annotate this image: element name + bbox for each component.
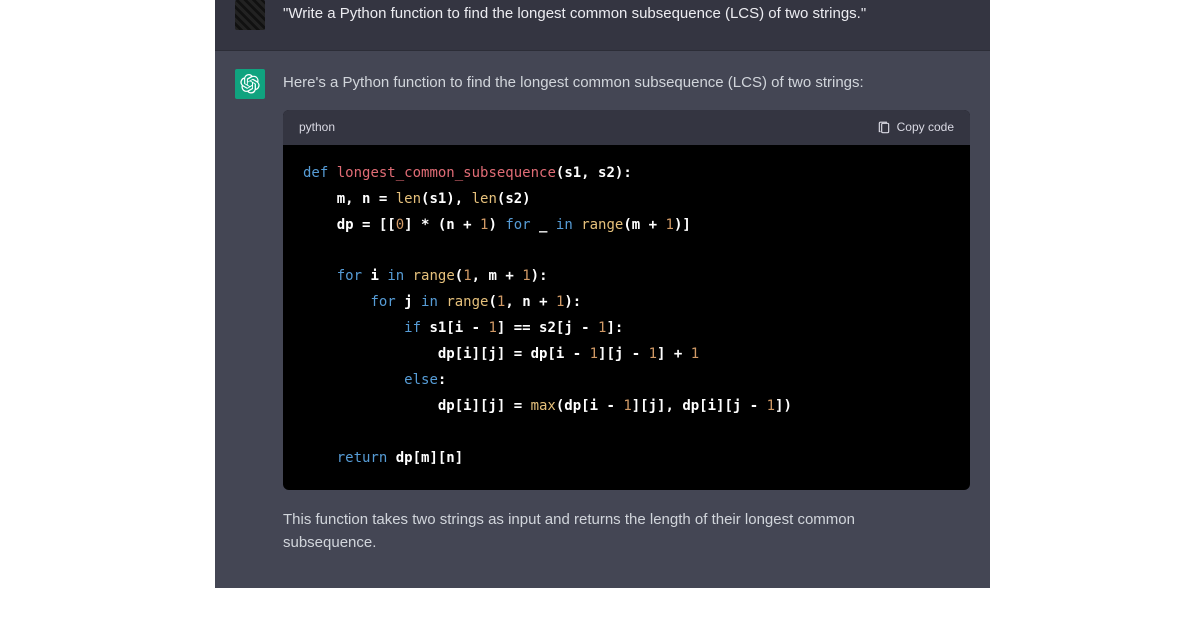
code-token: , n +	[505, 294, 556, 310]
user-message-content: "Write a Python function to find the lon…	[283, 0, 970, 30]
code-token: dp = [[	[303, 217, 396, 233]
code-token: ][j -	[598, 346, 649, 362]
chat-container: "Write a Python function to find the lon…	[215, 0, 990, 630]
code-token: range	[413, 268, 455, 284]
code-token: ] == s2[j -	[497, 320, 598, 336]
code-token: 1	[463, 268, 471, 284]
code-block: python Copy code def longest_common_subs…	[283, 110, 970, 489]
code-language-label: python	[299, 118, 335, 137]
code-body[interactable]: def longest_common_subsequence(s1, s2): …	[283, 145, 970, 490]
code-token: 1	[691, 346, 699, 362]
code-token: ])	[775, 398, 792, 414]
code-token: 1	[649, 346, 657, 362]
code-token: , m +	[472, 268, 523, 284]
code-token: i	[362, 268, 387, 284]
code-token: 1	[488, 320, 496, 336]
assistant-outro-line: This function takes two strings as input…	[283, 511, 855, 528]
code-token: range	[446, 294, 488, 310]
copy-code-button[interactable]: Copy code	[877, 118, 954, 137]
code-token: len	[472, 191, 497, 207]
user-message-row: "Write a Python function to find the lon…	[215, 0, 990, 51]
code-token: ] +	[657, 346, 691, 362]
code-token: for	[337, 268, 362, 284]
code-token	[303, 450, 337, 466]
code-token: max	[531, 398, 556, 414]
code-token	[303, 320, 404, 336]
copy-code-label: Copy code	[897, 118, 954, 137]
code-token: for	[370, 294, 395, 310]
user-message-text: "Write a Python function to find the lon…	[283, 5, 866, 22]
code-token: )]	[674, 217, 691, 233]
code-token: dp[m][n]	[387, 450, 463, 466]
code-token: (	[488, 294, 496, 310]
code-token: 1	[666, 217, 674, 233]
code-token	[303, 372, 404, 388]
code-token: 1	[522, 268, 530, 284]
code-token: s1[i -	[421, 320, 488, 336]
code-token: 1	[767, 398, 775, 414]
assistant-outro-line: subsequence.	[283, 534, 376, 551]
code-token	[404, 268, 412, 284]
code-token: m, n =	[303, 191, 396, 207]
code-token: dp[i][j] = dp[i -	[303, 346, 590, 362]
code-token: (	[455, 268, 463, 284]
code-token: dp[i][j] =	[303, 398, 531, 414]
assistant-outro-text: This function takes two strings as input…	[283, 508, 970, 555]
assistant-message-content: Here's a Python function to find the lon…	[283, 69, 970, 570]
code-token: ][j], dp[i][j -	[632, 398, 767, 414]
code-token: longest_common_subsequence	[337, 165, 556, 181]
code-token: (s1, s2):	[556, 165, 632, 181]
assistant-avatar	[235, 69, 265, 99]
code-token: len	[396, 191, 421, 207]
code-token: j	[396, 294, 421, 310]
assistant-message-row: Here's a Python function to find the lon…	[215, 51, 990, 588]
code-token: ):	[531, 268, 548, 284]
code-token: _	[531, 217, 556, 233]
clipboard-icon	[877, 121, 891, 135]
code-token: (s2)	[497, 191, 531, 207]
code-token: in	[556, 217, 573, 233]
code-header: python Copy code	[283, 110, 970, 145]
code-token: (dp[i -	[556, 398, 623, 414]
code-token: :	[438, 372, 446, 388]
code-token: ]:	[606, 320, 623, 336]
code-token	[303, 294, 370, 310]
code-token	[573, 217, 581, 233]
code-token	[303, 268, 337, 284]
user-avatar	[235, 0, 265, 30]
code-token: range	[581, 217, 623, 233]
assistant-intro-text: Here's a Python function to find the lon…	[283, 71, 970, 94]
code-token: (m +	[623, 217, 665, 233]
code-token: in	[421, 294, 438, 310]
code-token: 0	[396, 217, 404, 233]
openai-logo-icon	[240, 74, 260, 94]
code-token: return	[337, 450, 388, 466]
code-token: in	[387, 268, 404, 284]
code-token: )	[488, 217, 505, 233]
code-token: if	[404, 320, 421, 336]
code-token: (s1),	[421, 191, 472, 207]
code-token: 1	[623, 398, 631, 414]
code-token: ] * (n +	[404, 217, 480, 233]
code-token: for	[505, 217, 530, 233]
code-token: 1	[590, 346, 598, 362]
code-token: ):	[564, 294, 581, 310]
code-token: else	[404, 372, 438, 388]
code-token: def	[303, 165, 328, 181]
